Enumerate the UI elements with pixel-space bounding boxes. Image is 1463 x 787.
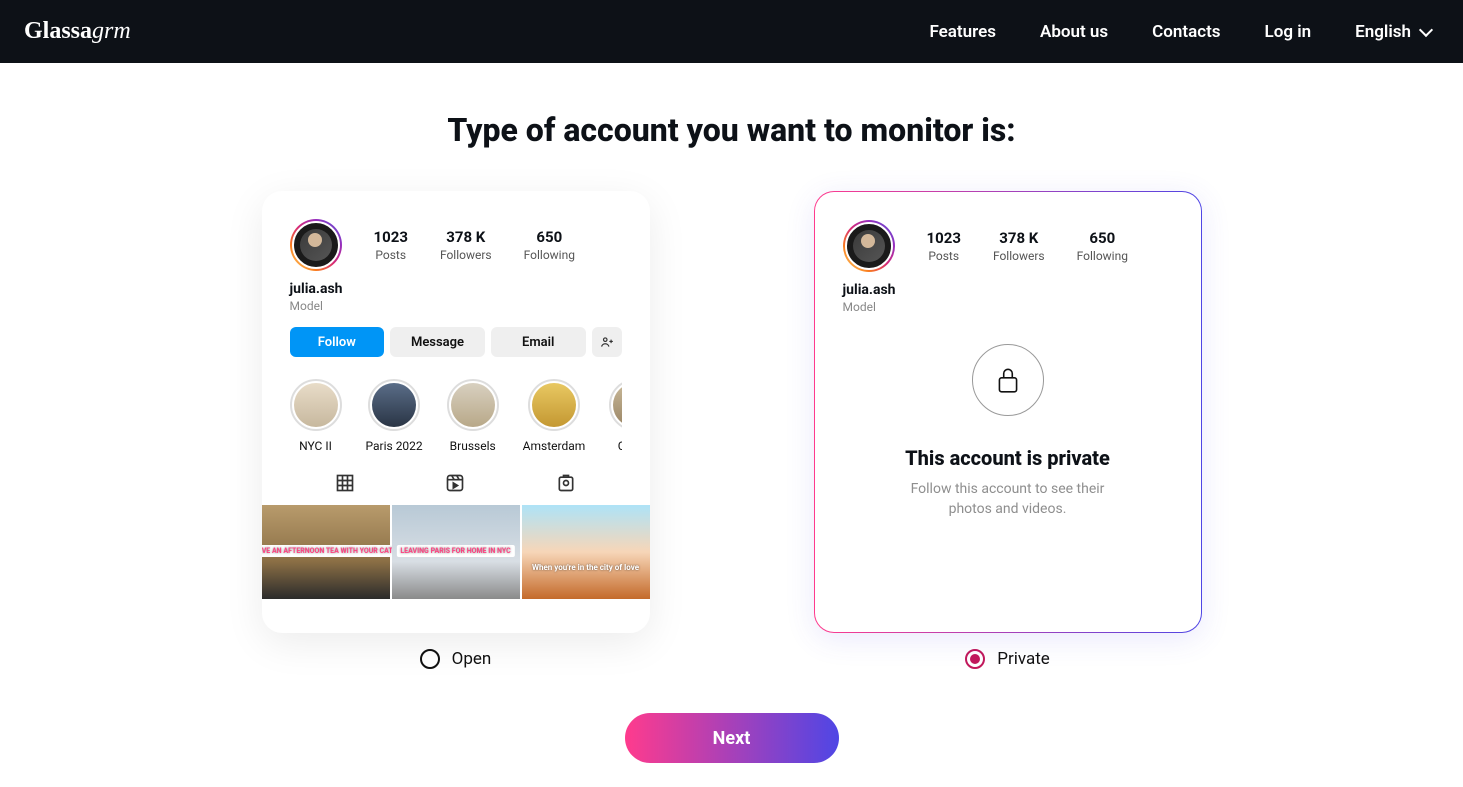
logo-bold: Glassa xyxy=(24,18,92,44)
stat-following-label: Following xyxy=(1077,249,1128,263)
radio-private-label: Private xyxy=(997,649,1050,669)
lock-icon xyxy=(995,365,1021,395)
logo[interactable]: Glassagrm xyxy=(24,18,131,45)
posts-grid: HOW TO HAVE AN AFTERNOON TEA WITH YOUR C… xyxy=(262,505,650,599)
message-button[interactable]: Message xyxy=(390,327,485,357)
highlight-brussels[interactable]: Brussels xyxy=(447,379,499,453)
stat-followers-label: Followers xyxy=(440,248,492,262)
radio-open[interactable]: Open xyxy=(420,649,492,669)
radio-open-label: Open xyxy=(452,649,492,669)
avatar xyxy=(845,222,893,270)
nav-contacts[interactable]: Contacts xyxy=(1152,22,1220,42)
stat-following: 650 Following xyxy=(1077,229,1128,263)
highlight-paris[interactable]: Paris 2022 xyxy=(366,379,423,453)
private-title: This account is private xyxy=(905,446,1110,470)
profile-role: Model xyxy=(843,300,1173,314)
stat-followers-label: Followers xyxy=(993,249,1045,263)
post-caption-2: LEAVING PARIS FOR HOME IN NYC xyxy=(396,545,514,557)
profile-role: Model xyxy=(290,299,622,313)
post-caption-3: When you're in the city of love xyxy=(532,563,639,572)
highlight-amsterdam[interactable]: Amsterdam xyxy=(523,379,586,453)
main-content: Type of account you want to monitor is: … xyxy=(0,63,1463,763)
stat-posts-label: Posts xyxy=(927,249,961,263)
highlight-label: Brussels xyxy=(450,439,496,453)
stat-followers-value: 378 K xyxy=(993,229,1045,247)
stat-posts-value: 1023 xyxy=(927,229,961,247)
tagged-tab-icon[interactable] xyxy=(556,473,576,493)
private-account-card[interactable]: 1023 Posts 378 K Followers 650 Following… xyxy=(814,191,1202,633)
open-account-card[interactable]: 1023 Posts 378 K Followers 650 Following… xyxy=(262,191,650,633)
avatar xyxy=(292,221,340,269)
stat-posts: 1023 Posts xyxy=(927,229,961,263)
private-subtitle-line2: photos and videos. xyxy=(949,501,1067,517)
highlight-thumb xyxy=(451,383,495,427)
nav-about-us[interactable]: About us xyxy=(1040,22,1108,42)
language-selector[interactable]: English xyxy=(1355,22,1431,42)
stat-following-label: Following xyxy=(524,248,575,262)
post-thumb-3[interactable]: When you're in the city of love xyxy=(522,505,650,599)
post-thumb-2[interactable]: LEAVING PARIS FOR HOME IN NYC xyxy=(392,505,520,599)
nav-login[interactable]: Log in xyxy=(1265,22,1312,42)
highlight-nyc[interactable]: NYC II xyxy=(290,379,342,453)
radio-private-indicator xyxy=(965,649,985,669)
reels-tab-icon[interactable] xyxy=(445,473,465,493)
avatar-image xyxy=(300,229,332,261)
stat-following-value: 650 xyxy=(524,228,575,246)
email-button[interactable]: Email xyxy=(491,327,586,357)
stat-posts: 1023 Posts xyxy=(374,228,408,262)
highlight-thumb xyxy=(532,383,576,427)
highlight-thumb xyxy=(294,383,338,427)
highlight-label: Paris 2022 xyxy=(366,439,423,453)
highlight-label: Amsterdam xyxy=(523,439,586,453)
profile-username: julia.ash xyxy=(843,282,1173,298)
top-nav-header: Glassagrm Features About us Contacts Log… xyxy=(0,0,1463,63)
private-subtitle-line1: Follow this account to see their xyxy=(911,481,1105,497)
avatar-image xyxy=(853,230,885,262)
stat-followers: 378 K Followers xyxy=(440,228,492,262)
stat-followers: 378 K Followers xyxy=(993,229,1045,263)
profile-header-row: 1023 Posts 378 K Followers 650 Following xyxy=(290,219,622,271)
profile-buttons-row: Follow Message Email xyxy=(290,327,622,357)
add-user-icon xyxy=(600,335,614,349)
private-account-option: 1023 Posts 378 K Followers 650 Following… xyxy=(814,191,1202,669)
private-subtitle: Follow this account to see their photos … xyxy=(911,480,1105,519)
highlight-thumb xyxy=(372,383,416,427)
stat-following: 650 Following xyxy=(524,228,575,262)
language-label: English xyxy=(1355,22,1411,42)
stat-following-value: 650 xyxy=(1077,229,1128,247)
radio-private[interactable]: Private xyxy=(965,649,1050,669)
primary-nav: Features About us Contacts Log in Englis… xyxy=(929,22,1431,42)
stat-posts-label: Posts xyxy=(374,248,408,262)
logo-light: grm xyxy=(92,18,131,44)
story-highlights: NYC II Paris 2022 Brussels Amsterdam xyxy=(290,379,622,453)
follow-button[interactable]: Follow xyxy=(290,327,385,357)
profile-username: julia.ash xyxy=(290,281,622,297)
account-type-cards-row: 1023 Posts 378 K Followers 650 Following… xyxy=(0,191,1463,669)
chevron-down-icon xyxy=(1419,22,1433,36)
stat-followers-value: 378 K xyxy=(440,228,492,246)
highlight-central[interactable]: Centra xyxy=(609,379,621,453)
profile-tabs xyxy=(290,473,622,493)
lock-circle xyxy=(972,344,1044,416)
open-account-option: 1023 Posts 378 K Followers 650 Following… xyxy=(262,191,650,669)
highlight-thumb xyxy=(613,383,621,427)
add-user-button[interactable] xyxy=(592,327,622,357)
private-lock-section: This account is private Follow this acco… xyxy=(843,344,1173,519)
highlight-label: Centra xyxy=(618,439,622,453)
avatar-ring xyxy=(290,219,342,271)
grid-tab-icon[interactable] xyxy=(335,473,355,493)
page-heading: Type of account you want to monitor is: xyxy=(0,111,1463,149)
avatar-ring xyxy=(843,220,895,272)
profile-header-row: 1023 Posts 378 K Followers 650 Following xyxy=(843,220,1173,272)
post-thumb-1[interactable]: HOW TO HAVE AN AFTERNOON TEA WITH YOUR C… xyxy=(262,505,390,599)
nav-features[interactable]: Features xyxy=(929,22,996,42)
next-button[interactable]: Next xyxy=(625,713,839,763)
highlight-label: NYC II xyxy=(299,439,332,453)
stat-posts-value: 1023 xyxy=(374,228,408,246)
radio-open-indicator xyxy=(420,649,440,669)
